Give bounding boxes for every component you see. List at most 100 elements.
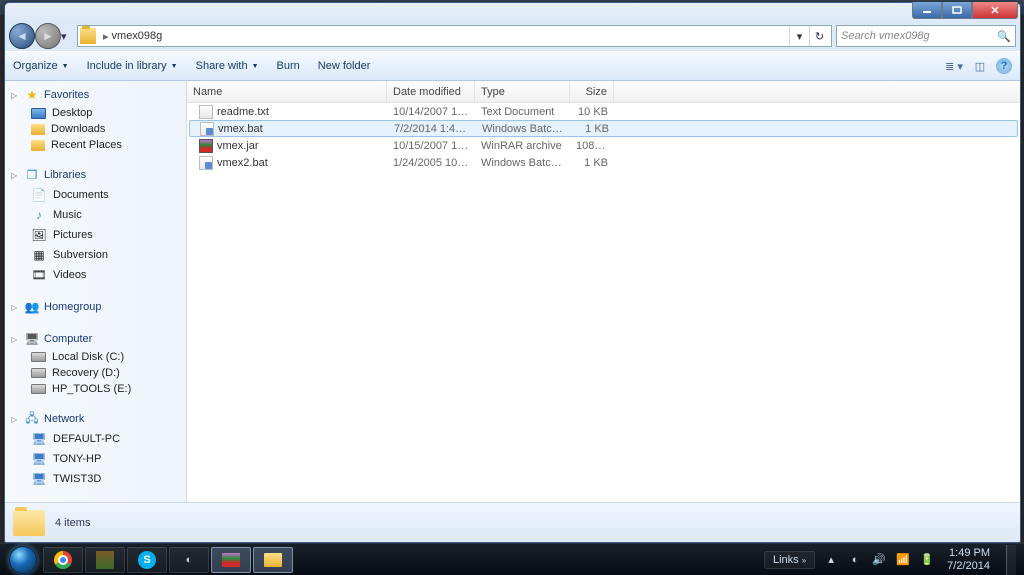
pc-icon: 🖥 (31, 471, 47, 487)
taskbar-steam[interactable]: ◐ (169, 547, 209, 573)
titlebar[interactable] (5, 3, 1020, 21)
file-row[interactable]: readme.txt10/14/2007 12:14 ...Text Docum… (187, 103, 1020, 120)
folder-icon (31, 140, 45, 151)
column-type[interactable]: Type (475, 81, 570, 102)
new-folder-button[interactable]: New folder (318, 60, 371, 72)
drive-icon (31, 384, 46, 394)
wifi-icon[interactable]: 📶 (895, 553, 911, 566)
pc-icon: 🖥 (31, 431, 47, 447)
view-options-button[interactable]: ≣ ▾ (944, 56, 964, 76)
skype-icon: S (138, 551, 156, 569)
sidebar-item-drive-d[interactable]: Recovery (D:) (5, 365, 186, 381)
computer-icon: 🖥 (24, 331, 40, 347)
sidebar-item-desktop[interactable]: Desktop (5, 105, 186, 121)
file-name: readme.txt (193, 105, 387, 119)
system-tray: Links » ▴ ◐ 🔊 📶 🔋 1:49 PM 7/2/2014 (764, 545, 1020, 575)
sidebar-item-drive-e[interactable]: HP_TOOLS (E:) (5, 381, 186, 397)
preview-pane-button[interactable]: ◫ (970, 56, 990, 76)
taskbar-skype[interactable]: S (127, 547, 167, 573)
navigation-bar: ◄ ► ▾ ▸ vmex098g ▾ ↻ Search vmex098g 🔍 (5, 21, 1020, 51)
search-icon[interactable]: 🔍 (997, 30, 1011, 43)
back-button[interactable]: ◄ (9, 23, 35, 49)
address-bar[interactable]: ▸ vmex098g ▾ ↻ (77, 25, 832, 47)
minecraft-icon (96, 551, 114, 569)
file-name: vmex.bat (194, 122, 388, 136)
file-size: 1 KB (571, 123, 615, 135)
file-icon (200, 122, 214, 136)
folder-icon (13, 510, 45, 536)
folder-icon (264, 553, 282, 567)
steam-tray-icon[interactable]: ◐ (847, 554, 863, 566)
column-headers: Name Date modified Type Size (187, 81, 1020, 103)
sidebar-item-recent[interactable]: Recent Places (5, 137, 186, 153)
forward-button[interactable]: ► (35, 23, 61, 49)
file-type: WinRAR archive (475, 140, 570, 152)
file-name: vmex.jar (193, 139, 387, 153)
taskbar-minecraft[interactable] (85, 547, 125, 573)
breadcrumb-separator: ▸ (103, 30, 109, 43)
show-desktop-button[interactable] (1006, 545, 1016, 575)
search-input[interactable]: Search vmex098g 🔍 (836, 25, 1016, 47)
tray-overflow-icon[interactable]: ▴ (823, 553, 839, 566)
file-row[interactable]: vmex2.bat1/24/2005 10:07 AMWindows Batch… (187, 154, 1020, 171)
taskbar-winrar[interactable] (211, 547, 251, 573)
file-name: vmex2.bat (193, 156, 387, 170)
clock-date: 7/2/2014 (947, 560, 990, 572)
column-date[interactable]: Date modified (387, 81, 475, 102)
sidebar-item-pictures[interactable]: 🖼Pictures (5, 225, 186, 245)
network-header[interactable]: ▷🖧Network (5, 409, 186, 429)
help-button[interactable]: ? (996, 58, 1012, 74)
pc-icon: 🖥 (31, 451, 47, 467)
sidebar-item-videos[interactable]: 🎞Videos (5, 265, 186, 285)
file-row[interactable]: vmex.jar10/15/2007 10:48 ...WinRAR archi… (187, 137, 1020, 154)
sidebar-item-drive-c[interactable]: Local Disk (C:) (5, 349, 186, 365)
sidebar-item-documents[interactable]: 📄Documents (5, 185, 186, 205)
maximize-button[interactable] (942, 2, 972, 19)
address-dropdown[interactable]: ▾ (789, 26, 809, 46)
file-row[interactable]: vmex.bat7/2/2014 1:48 PMWindows Batch Fi… (189, 120, 1018, 137)
file-size: 108 KB (570, 140, 614, 152)
volume-icon[interactable]: 🔊 (871, 553, 887, 566)
minimize-button[interactable] (912, 2, 942, 19)
organize-menu[interactable]: Organize▼ (13, 60, 69, 72)
file-size: 1 KB (570, 157, 614, 169)
pictures-icon: 🖼 (31, 227, 47, 243)
file-type: Windows Batch File (476, 123, 571, 135)
sidebar-item-music[interactable]: ♪Music (5, 205, 186, 225)
drive-icon (31, 368, 46, 378)
breadcrumb-folder[interactable]: vmex098g (112, 30, 163, 42)
refresh-button[interactable]: ↻ (809, 26, 829, 46)
column-name[interactable]: Name (187, 81, 387, 102)
computer-header[interactable]: ▷🖥Computer (5, 329, 186, 349)
file-rows[interactable]: readme.txt10/14/2007 12:14 ...Text Docum… (187, 103, 1020, 502)
sidebar-item-net-twist[interactable]: 🖥TWIST3D (5, 469, 186, 489)
share-with-menu[interactable]: Share with▼ (196, 60, 259, 72)
links-toolbar[interactable]: Links » (764, 551, 815, 569)
close-button[interactable] (972, 2, 1018, 19)
burn-button[interactable]: Burn (277, 60, 300, 72)
folder-icon (31, 124, 45, 135)
sidebar-item-downloads[interactable]: Downloads (5, 121, 186, 137)
file-type: Text Document (475, 106, 570, 118)
documents-icon: 📄 (31, 187, 47, 203)
sidebar-item-net-tony[interactable]: 🖥TONY-HP (5, 449, 186, 469)
navigation-pane[interactable]: ▷★Favorites Desktop Downloads Recent Pla… (5, 81, 187, 502)
favorites-header[interactable]: ▷★Favorites (5, 85, 186, 105)
clock[interactable]: 1:49 PM 7/2/2014 (943, 547, 994, 571)
homegroup-header[interactable]: ▷👥Homegroup (5, 297, 186, 317)
libraries-header[interactable]: ▷❐Libraries (5, 165, 186, 185)
taskbar-explorer[interactable] (253, 547, 293, 573)
sidebar-item-net-default[interactable]: 🖥DEFAULT-PC (5, 429, 186, 449)
battery-icon[interactable]: 🔋 (919, 553, 935, 566)
sidebar-item-subversion[interactable]: ▦Subversion (5, 245, 186, 265)
history-dropdown[interactable]: ▾ (61, 30, 73, 43)
file-icon (199, 139, 213, 153)
column-size[interactable]: Size (570, 81, 614, 102)
include-library-menu[interactable]: Include in library▼ (87, 60, 178, 72)
start-button[interactable] (4, 545, 42, 575)
star-icon: ★ (24, 87, 40, 103)
taskbar[interactable]: S ◐ Links » ▴ ◐ 🔊 📶 🔋 1:49 PM 7/2/2014 (0, 543, 1024, 575)
taskbar-chrome[interactable] (43, 547, 83, 573)
clock-time: 1:49 PM (947, 547, 990, 559)
steam-icon: ◐ (180, 551, 198, 569)
